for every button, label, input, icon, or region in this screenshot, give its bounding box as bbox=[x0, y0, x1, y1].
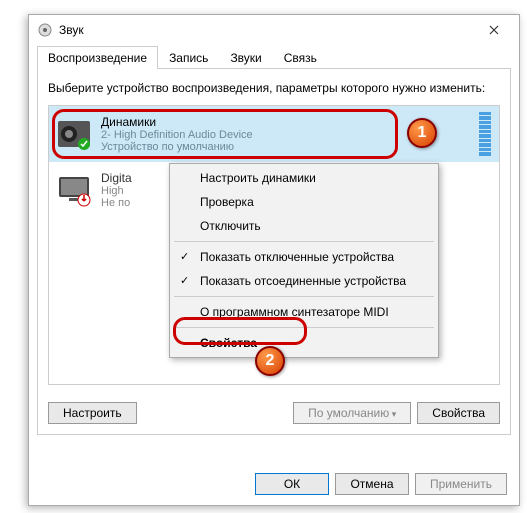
panel-buttons: Настроить По умолчанию Свойства bbox=[48, 402, 500, 424]
titlebar: Звук bbox=[29, 15, 519, 45]
properties-button[interactable]: Свойства bbox=[417, 402, 500, 424]
device-name: Динамики bbox=[101, 115, 473, 129]
level-meter bbox=[479, 112, 491, 156]
apply-button[interactable]: Применить bbox=[415, 473, 507, 495]
ctx-show-disconnected[interactable]: Показать отсоединенные устройства bbox=[170, 269, 438, 293]
ctx-disable[interactable]: Отключить bbox=[170, 214, 438, 238]
device-sub1: 2- High Definition Audio Device bbox=[101, 129, 473, 141]
ctx-properties[interactable]: Свойства bbox=[170, 331, 438, 355]
device-text: Динамики 2- High Definition Audio Device… bbox=[101, 115, 473, 153]
ctx-test[interactable]: Проверка bbox=[170, 190, 438, 214]
context-menu: Настроить динамики Проверка Отключить По… bbox=[169, 163, 439, 358]
tabs: Воспроизведение Запись Звуки Связь bbox=[37, 45, 511, 69]
tab-communications[interactable]: Связь bbox=[273, 46, 328, 69]
device-list[interactable]: Динамики 2- High Definition Audio Device… bbox=[48, 105, 500, 385]
configure-button[interactable]: Настроить bbox=[48, 402, 137, 424]
playback-panel: Выберите устройство воспроизведения, пар… bbox=[37, 69, 511, 435]
tab-recording[interactable]: Запись bbox=[158, 46, 219, 69]
device-item-speakers[interactable]: Динамики 2- High Definition Audio Device… bbox=[49, 106, 499, 162]
instruction-text: Выберите устройство воспроизведения, пар… bbox=[48, 81, 500, 97]
separator bbox=[174, 241, 434, 242]
ok-button[interactable]: ОК bbox=[255, 473, 329, 495]
separator bbox=[174, 296, 434, 297]
ctx-configure-speakers[interactable]: Настроить динамики bbox=[170, 166, 438, 190]
sound-icon bbox=[37, 22, 53, 38]
separator bbox=[174, 327, 434, 328]
close-button[interactable] bbox=[471, 15, 517, 45]
device-sub2: Устройство по умолчанию bbox=[101, 141, 473, 153]
set-default-button[interactable]: По умолчанию bbox=[293, 402, 411, 424]
ctx-midi[interactable]: О программном синтезаторе MIDI bbox=[170, 300, 438, 324]
ctx-show-disabled[interactable]: Показать отключенные устройства bbox=[170, 245, 438, 269]
tab-playback[interactable]: Воспроизведение bbox=[37, 46, 158, 69]
dialog-buttons: ОК Отмена Применить bbox=[255, 473, 507, 495]
monitor-icon bbox=[57, 173, 91, 207]
speaker-icon bbox=[57, 117, 91, 151]
sound-dialog: Звук Воспроизведение Запись Звуки Связь … bbox=[28, 14, 520, 506]
tab-sounds[interactable]: Звуки bbox=[219, 46, 272, 69]
window-title: Звук bbox=[59, 23, 471, 37]
cancel-button[interactable]: Отмена bbox=[335, 473, 409, 495]
